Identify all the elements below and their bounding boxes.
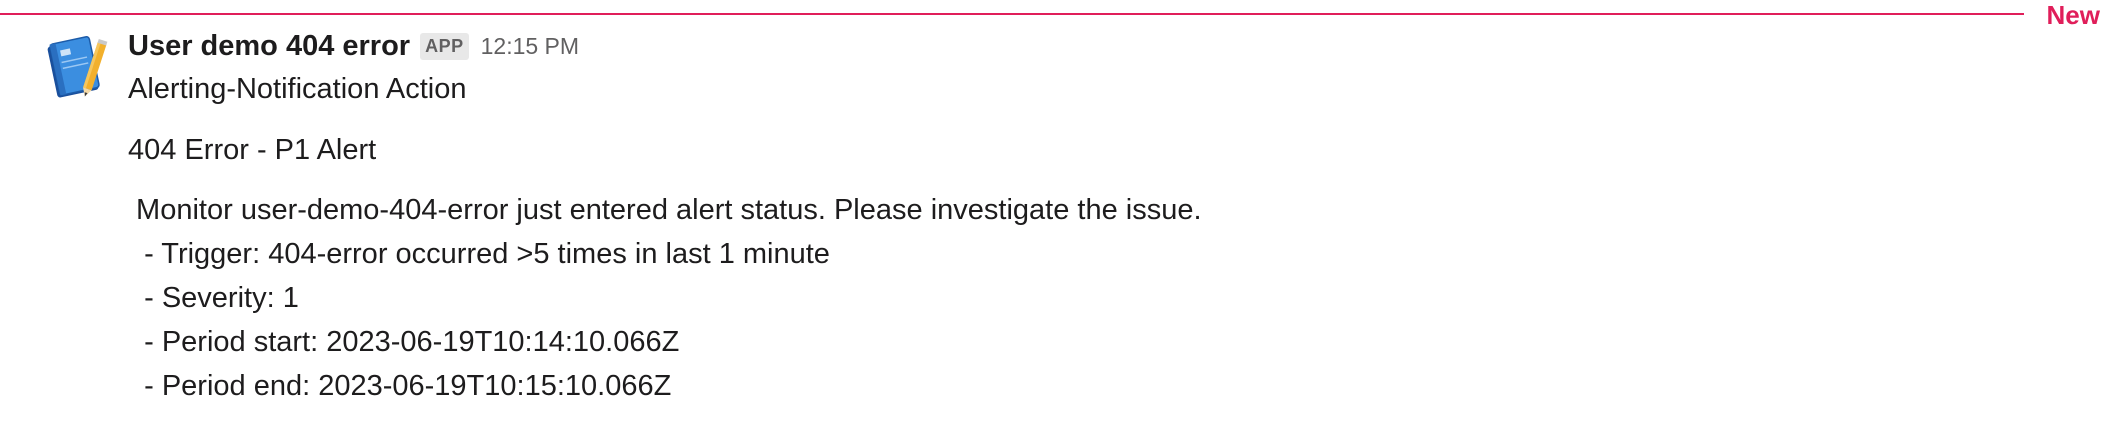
message-timestamp[interactable]: 12:15 PM — [481, 33, 579, 60]
message-header: User demo 404 error APP 12:15 PM — [128, 26, 2094, 66]
new-messages-divider — [0, 13, 2024, 15]
notebook-pencil-icon — [47, 36, 108, 98]
alert-title: 404 Error - P1 Alert — [128, 134, 377, 166]
app-badge: APP — [420, 32, 469, 60]
detail-line-period-start: - Period start: 2023-06-19T10:14:10.066Z — [128, 326, 680, 358]
message-title: Alerting-Notification Action — [128, 73, 467, 105]
detail-line-trigger: - Trigger: 404-error occurred >5 times i… — [128, 238, 830, 270]
alert-description: Monitor user-demo-404-error just entered… — [128, 188, 2094, 408]
app-avatar-icon[interactable] — [44, 34, 110, 100]
message-content: User demo 404 error APP 12:15 PM Alertin… — [128, 26, 2094, 408]
detail-line-period-end: - Period end: 2023-06-19T10:15:10.066Z — [128, 370, 672, 402]
description-text: Monitor user-demo-404-error just entered… — [128, 194, 1202, 226]
sender-name[interactable]: User demo 404 error — [128, 30, 410, 63]
detail-line-severity: - Severity: 1 — [128, 282, 299, 314]
